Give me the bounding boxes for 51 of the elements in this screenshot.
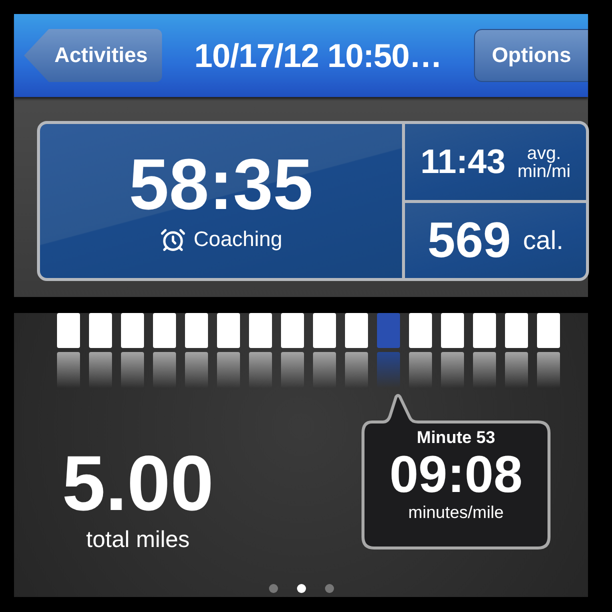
split-bar[interactable] xyxy=(153,313,176,348)
bar-reflection xyxy=(153,352,176,388)
bar-reflection xyxy=(185,352,208,388)
bar-reflection xyxy=(377,352,400,388)
bar-reflection xyxy=(121,352,144,388)
bar-reflection xyxy=(217,352,240,388)
split-bar[interactable] xyxy=(281,313,304,348)
back-button[interactable]: Activities xyxy=(24,29,162,82)
calories-unit: cal. xyxy=(522,224,564,256)
bar-reflection xyxy=(57,352,80,388)
average-pace: 11:43 xyxy=(420,144,506,179)
bar-reflection xyxy=(313,352,336,388)
split-bar[interactable] xyxy=(249,313,272,348)
options-button[interactable]: Options xyxy=(474,29,588,82)
split-bar[interactable] xyxy=(217,313,240,348)
pace-unit-top: avg. xyxy=(527,144,562,162)
coaching-label: Coaching xyxy=(194,228,282,252)
split-bar[interactable] xyxy=(121,313,144,348)
bar-reflection xyxy=(249,352,272,388)
tooltip-unit: minutes/mile xyxy=(408,502,504,523)
split-bar[interactable] xyxy=(57,313,80,348)
split-bar[interactable] xyxy=(89,313,112,348)
split-bar[interactable] xyxy=(441,313,464,348)
split-bar[interactable] xyxy=(473,313,496,348)
bar-reflection xyxy=(441,352,464,388)
nav-title: 10/17/12 10:50… xyxy=(194,36,442,74)
bar-reflection xyxy=(89,352,112,388)
total-distance: 5.00 xyxy=(62,444,214,522)
page-dot[interactable] xyxy=(268,584,278,593)
tooltip-pace: 09:08 xyxy=(390,448,522,503)
duration: 58:35 xyxy=(128,149,314,221)
bar-reflection xyxy=(281,352,304,388)
split-bar[interactable] xyxy=(377,313,400,348)
split-bar[interactable] xyxy=(409,313,432,348)
alarm-clock-icon xyxy=(160,227,186,253)
split-bar[interactable] xyxy=(345,313,368,348)
page-dot[interactable] xyxy=(324,584,334,593)
split-bar[interactable] xyxy=(537,313,560,348)
bar-reflection xyxy=(505,352,528,388)
split-bar[interactable] xyxy=(185,313,208,348)
split-bar[interactable] xyxy=(505,313,528,348)
tooltip-title: Minute 53 xyxy=(416,428,496,448)
bar-reflection xyxy=(409,352,432,388)
bar-reflection xyxy=(345,352,368,388)
bar-reflection xyxy=(537,352,560,388)
split-bar[interactable] xyxy=(313,313,336,348)
bar-reflection xyxy=(473,352,496,388)
distance-label: total miles xyxy=(86,526,190,553)
page-dot[interactable] xyxy=(296,584,306,593)
pace-unit-bottom: min/mi xyxy=(518,162,571,180)
calories: 569 xyxy=(428,215,511,266)
